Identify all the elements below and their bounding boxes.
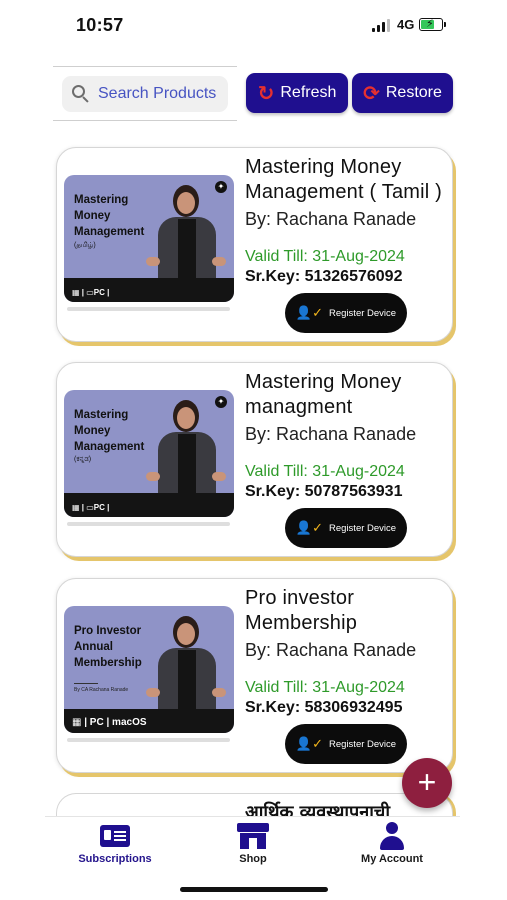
thumbnail-title: Mastering Money Management xyxy=(74,409,145,453)
subscription-card[interactable]: Mastering Money Management (ಕನ್ನಡ) ✦ ▦ |… xyxy=(56,362,453,557)
battery-cap xyxy=(444,22,446,27)
platform-labels: ▦ | ▭PC | xyxy=(72,288,110,297)
battery-icon: ⚡ xyxy=(419,18,443,31)
course-progress-bar xyxy=(67,522,230,526)
serial-key: Sr.Key: 51326576092 xyxy=(245,268,403,285)
tab-my-account[interactable]: My Account xyxy=(342,822,442,865)
network-type: 4G xyxy=(397,17,415,32)
id-card-icon xyxy=(100,825,130,847)
thumbnail-title: Pro Investor Annual Membership xyxy=(74,625,142,669)
register-device-button[interactable]: 👤✓ Register Device xyxy=(285,724,407,764)
register-device-label: Register Device xyxy=(329,307,397,319)
cellular-signal-icon xyxy=(372,19,392,32)
badge-icon: ✦ xyxy=(215,396,227,408)
user-check-icon: 👤✓ xyxy=(295,305,324,320)
thumbnail-title: Mastering Money Management xyxy=(74,194,145,238)
course-author: By: Rachana Ranade xyxy=(245,640,417,660)
restore-button[interactable]: ⟳ Restore xyxy=(352,73,453,113)
home-indicator[interactable] xyxy=(180,887,328,892)
refresh-button[interactable]: ↻ Refresh xyxy=(246,73,348,113)
course-thumbnail: Mastering Money Management (ಕನ್ನಡ) ✦ ▦ |… xyxy=(64,390,234,517)
course-thumbnail: Mastering Money Management (தமிழ்) ✦ ▦ |… xyxy=(64,175,234,302)
user-check-icon: 👤✓ xyxy=(295,520,324,535)
course-author: By: Rachana Ranade xyxy=(245,209,417,229)
subscription-card[interactable]: Pro Investor Annual Membership By CA Rac… xyxy=(56,578,453,773)
course-author: By: Rachana Ranade xyxy=(245,424,417,444)
register-device-button[interactable]: 👤✓ Register Device xyxy=(285,508,407,548)
tab-bar-divider xyxy=(45,816,460,817)
validity-date: Valid Till: 31-Aug-2024 xyxy=(245,463,405,480)
tab-label: Subscriptions xyxy=(78,853,152,865)
refresh-label: Refresh xyxy=(280,84,337,101)
shop-icon xyxy=(237,823,269,849)
course-title: Mastering Money managment xyxy=(245,371,402,418)
thumbnail-divider xyxy=(74,683,98,684)
search-icon xyxy=(72,85,89,103)
subscription-card[interactable]: Mastering Money Management (தமிழ்) ✦ ▦ |… xyxy=(56,147,453,342)
tab-shop[interactable]: Shop xyxy=(203,822,303,865)
restore-icon: ⟳ xyxy=(363,82,380,105)
course-thumbnail: Pro Investor Annual Membership By CA Rac… xyxy=(64,606,234,733)
serial-key: Sr.Key: 58306932495 xyxy=(245,699,403,716)
thumbnail-byline: By CA Rachana Ranade xyxy=(74,687,129,693)
register-device-button[interactable]: 👤✓ Register Device xyxy=(285,293,407,333)
search-divider-top xyxy=(53,66,237,67)
refresh-icon: ↻ xyxy=(257,82,275,105)
course-progress-bar xyxy=(67,738,230,742)
search-divider-bottom xyxy=(53,120,237,121)
validity-date: Valid Till: 31-Aug-2024 xyxy=(245,679,405,696)
course-title: Mastering Money Management ( Tamil ) xyxy=(245,156,443,203)
tab-label: My Account xyxy=(361,853,423,865)
badge-icon: ✦ xyxy=(215,181,227,193)
serial-key: Sr.Key: 50787563931 xyxy=(245,483,403,500)
platform-labels: ▦ | ▭PC | xyxy=(72,503,110,512)
tab-label: Shop xyxy=(239,853,267,865)
restore-label: Restore xyxy=(385,84,442,101)
user-check-icon: 👤✓ xyxy=(295,736,324,751)
status-time: 10:57 xyxy=(76,15,124,35)
thumbnail-language: (ಕನ್ನಡ) xyxy=(74,456,92,463)
tab-subscriptions[interactable]: Subscriptions xyxy=(65,822,165,865)
search-box[interactable] xyxy=(62,76,228,112)
register-device-label: Register Device xyxy=(329,522,397,534)
search-input[interactable] xyxy=(98,85,228,103)
platform-labels: ▦ | PC | macOS xyxy=(72,717,147,728)
add-fab-button[interactable]: + xyxy=(402,758,452,808)
status-bar: 10:57 4G ⚡ xyxy=(0,0,507,50)
thumbnail-language: (தமிழ்) xyxy=(74,242,96,249)
validity-date: Valid Till: 31-Aug-2024 xyxy=(245,248,405,265)
course-progress-bar xyxy=(67,307,230,311)
register-device-label: Register Device xyxy=(329,738,397,750)
course-title: Pro investor Membership xyxy=(245,587,358,634)
user-icon xyxy=(379,822,405,850)
